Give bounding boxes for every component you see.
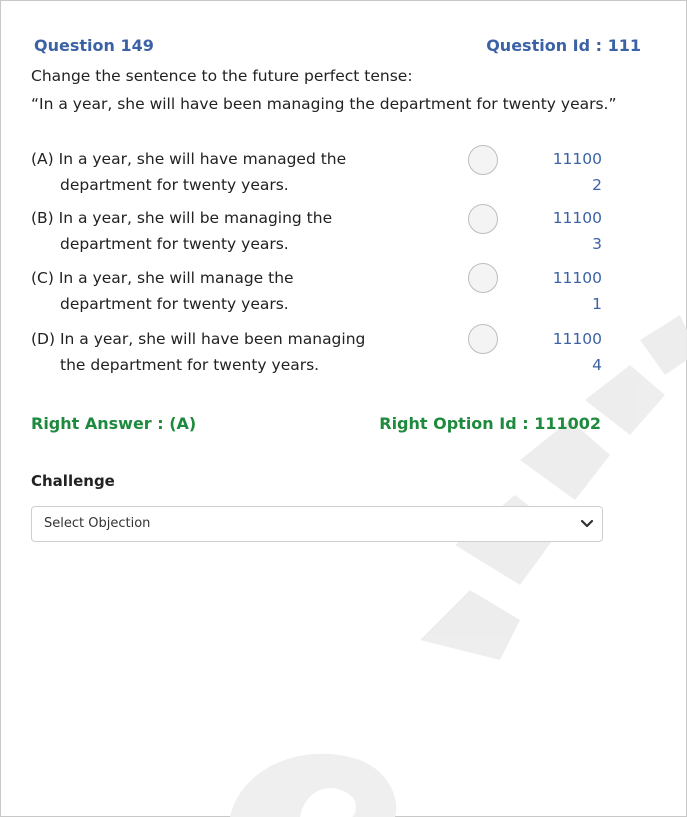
option-b-id: 11100 3 [540,205,602,257]
challenge-heading: Challenge [31,472,115,490]
option-c-radio[interactable] [468,263,498,293]
option-a-text-line1: (A) In a year, she will have managed the [31,150,347,168]
option-d-id-line1: 11100 [552,330,602,348]
option-d-id-line2: 4 [592,356,602,374]
objection-select-value: Select Objection [44,516,151,531]
option-b-radio[interactable] [468,204,498,234]
option-a-radio[interactable] [468,145,498,175]
option-c-id-line2: 1 [592,295,602,313]
option-d-text-line2: the department for twenty years. [60,356,320,374]
chevron-down-icon [580,519,594,528]
question-title: Question 149 [34,36,154,55]
option-c-text-line1: (C) In a year, she will manage the [31,269,294,287]
question-panel [0,0,687,817]
option-b-text-line2: department for twenty years. [60,235,289,253]
option-a-text-line2: department for twenty years. [60,176,289,194]
option-a-id: 11100 2 [540,146,602,198]
option-a-id-line2: 2 [592,176,602,194]
option-c: (C) In a year, she will manage the depar… [31,265,451,317]
right-option-id: Right Option Id : 111002 [379,414,601,433]
question-stem-sentence: “In a year, she will have been managing … [31,95,617,113]
question-stem-instruction: Change the sentence to the future perfec… [31,67,413,85]
option-d: (D) In a year, she will have been managi… [31,326,451,378]
option-d-id: 11100 4 [540,326,602,378]
objection-select[interactable]: Select Objection [31,506,603,542]
option-a-id-line1: 11100 [552,150,602,168]
question-id: Question Id : 111 [486,36,641,55]
option-c-id-line1: 11100 [552,269,602,287]
option-b-id-line1: 11100 [552,209,602,227]
option-b-id-line2: 3 [592,235,602,253]
option-d-radio[interactable] [468,324,498,354]
right-answer: Right Answer : (A) [31,414,197,433]
option-c-id: 11100 1 [540,265,602,317]
option-b-text-line1: (B) In a year, she will be managing the [31,209,333,227]
option-a: (A) In a year, she will have managed the… [31,146,451,198]
option-c-text-line2: department for twenty years. [60,295,289,313]
option-d-text-line1: (D) In a year, she will have been managi… [31,330,366,348]
option-b: (B) In a year, she will be managing the … [31,205,451,257]
